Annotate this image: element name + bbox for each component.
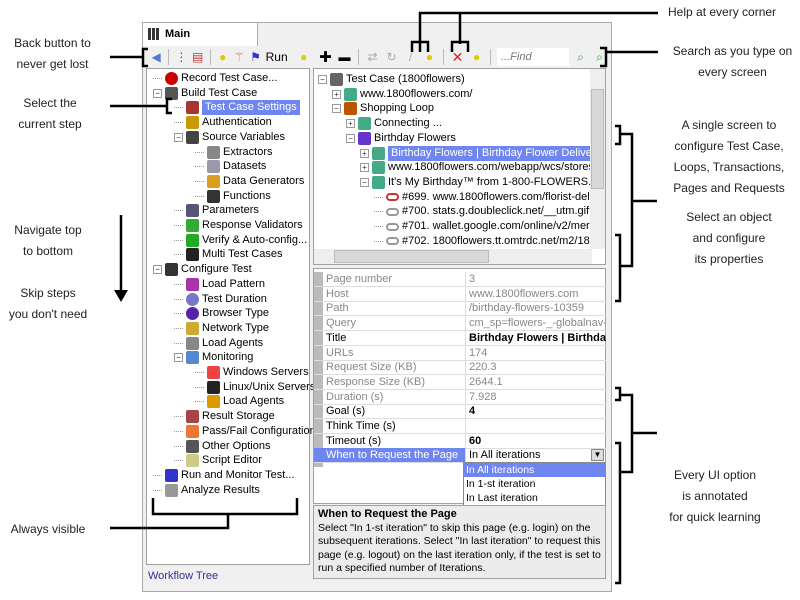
single-screen-callout-line (615, 124, 657, 303)
back-callout-line (110, 47, 148, 68)
every-option-callout-line (615, 386, 657, 585)
always-visible-callout-line (110, 498, 299, 530)
annotation-lines (110, 11, 658, 585)
arrow-down-icon (114, 215, 128, 302)
select-step-callout-line (110, 97, 172, 115)
help-callout-line (410, 11, 658, 52)
search-callout-line (600, 46, 658, 68)
